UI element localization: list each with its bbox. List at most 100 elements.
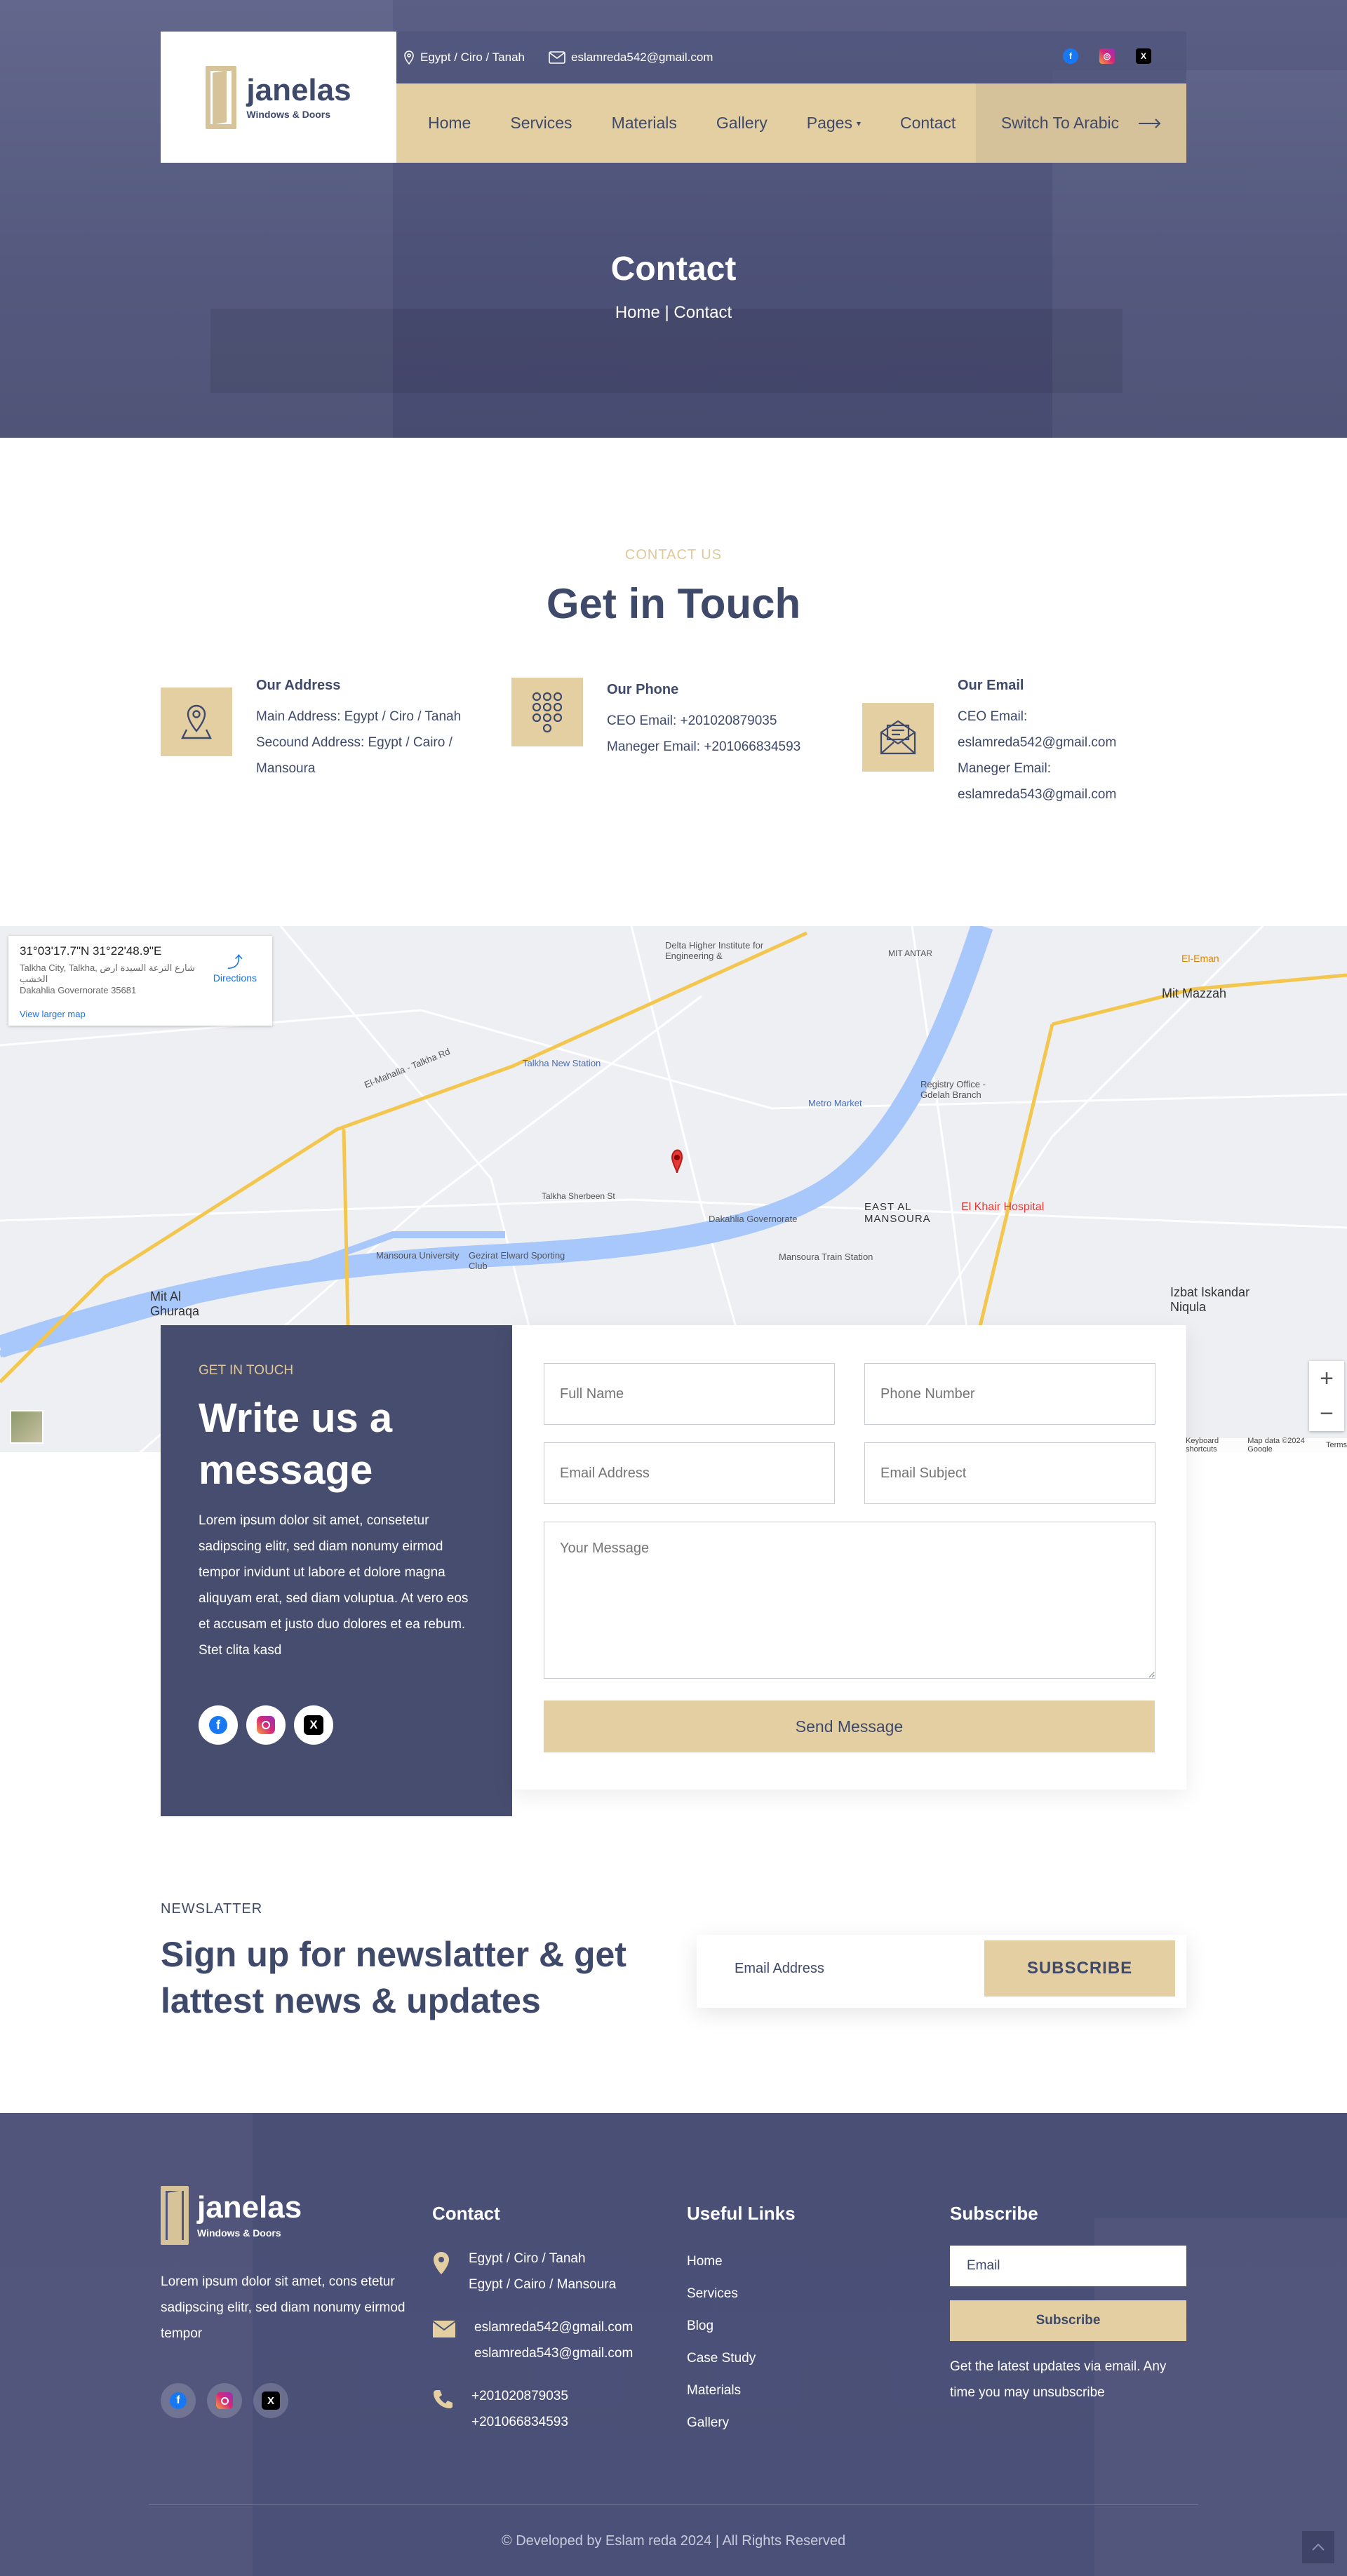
footer-phone-2[interactable]: +201066834593 [471, 2409, 568, 2435]
phone-icon-box [511, 678, 583, 746]
email-subject-input[interactable] [864, 1442, 1155, 1504]
newsletter-email-input[interactable]: Email Address [711, 1940, 970, 1997]
envelope-open-icon [880, 720, 916, 755]
directions-button[interactable]: ⤴ Directions [213, 950, 257, 984]
map-attribution: Keyboard shortcuts Map data ©2024 Google… [1186, 1437, 1347, 1452]
zoom-out-icon[interactable]: − [1320, 1400, 1334, 1428]
map-place-label: Mit Mazzah [1162, 986, 1227, 1000]
email-line-2[interactable]: eslamreda542@gmail.com [958, 730, 1116, 756]
header-address-text: Egypt / Ciro / Tanah [420, 51, 525, 64]
logo-brand: janelas [246, 72, 351, 107]
nav-services[interactable]: Services [510, 114, 572, 133]
header-email[interactable]: eslamreda542@gmail.com [549, 51, 713, 65]
location-pin-icon [434, 2252, 449, 2274]
footer-link-materials[interactable]: Materials [687, 2375, 883, 2407]
zoom-in-icon[interactable]: + [1320, 1365, 1334, 1393]
map-zoom-control: + − [1309, 1361, 1344, 1431]
address-card: Our Address Main Address: Egypt / Ciro /… [161, 678, 461, 781]
map-poi-label: El-Eman [1181, 953, 1219, 964]
phone-number-input[interactable] [864, 1363, 1155, 1425]
map-terms-link[interactable]: Terms [1326, 1441, 1347, 1449]
copyright: © Developed by Eslam reda 2024 | All Rig… [501, 2533, 846, 2549]
contact-form: Send Message [512, 1325, 1186, 1790]
footer-subscribe-button[interactable]: Subscribe [950, 2300, 1186, 2341]
header-email-text: eslamreda542@gmail.com [571, 51, 713, 64]
nav-gallery[interactable]: Gallery [716, 114, 768, 133]
nav-contact[interactable]: Contact [900, 114, 956, 133]
footer-divider [149, 2504, 1198, 2505]
footer-logo[interactable]: janelas Windows & Doors [161, 2186, 413, 2245]
address-icon-box [161, 687, 232, 756]
footer-link-gallery[interactable]: Gallery [687, 2407, 883, 2439]
scroll-to-top-button[interactable] [1302, 2531, 1334, 2563]
message-body: Lorem ipsum dolor sit amet, consetetur s… [199, 1513, 469, 1658]
map-layer-toggle[interactable] [10, 1410, 43, 1444]
phone-line-2: Maneger Email: +201066834593 [607, 739, 801, 754]
footer-link-services[interactable]: Services [687, 2278, 883, 2310]
email-icon-box [862, 703, 934, 772]
phone-heading: Our Phone [607, 682, 679, 697]
instagram-icon[interactable] [246, 1705, 286, 1745]
map-address-1: Talkha City, Talkha, شارع الترعة السيدة … [20, 962, 195, 984]
nav-home[interactable]: Home [428, 114, 471, 133]
message-socials: f X [199, 1705, 474, 1745]
nav-pages-label: Pages [806, 114, 852, 132]
map-poi-label: Talkha New Station [523, 1058, 601, 1068]
footer-link-home[interactable]: Home [687, 2246, 883, 2278]
keyboard-shortcuts-link[interactable]: Keyboard shortcuts [1186, 1437, 1247, 1452]
footer-phone-1[interactable]: +201020879035 [471, 2383, 568, 2409]
map-info-card: 31°03'17.7"N 31°22'48.9"E Talkha City, T… [8, 936, 272, 1026]
header-socials: f ◎ X [1063, 48, 1151, 64]
map-road-label: Talkha Sherbeen St [542, 1191, 615, 1201]
switch-language-button[interactable]: Switch To Arabic [976, 83, 1186, 163]
map-poi-label: Gezirat Elward Sporting Club [469, 1250, 565, 1271]
facebook-icon[interactable]: f [1063, 48, 1078, 64]
hero-banner: janelas Windows & Doors Egypt / Ciro / T… [0, 0, 1347, 438]
footer-link-case-study[interactable]: Case Study [687, 2342, 883, 2375]
phone-icon [434, 2390, 453, 2408]
instagram-icon[interactable]: ◎ [1099, 48, 1115, 64]
footer-brand: janelas [197, 2190, 302, 2225]
email-line-4[interactable]: eslamreda543@gmail.com [958, 781, 1116, 807]
nav-pages[interactable]: Pages ▾ [807, 114, 861, 133]
facebook-icon[interactable]: f [199, 1705, 238, 1745]
breadcrumb[interactable]: Home | Contact [0, 303, 1347, 323]
facebook-icon[interactable]: f [161, 2383, 196, 2418]
info-bar: Egypt / Ciro / Tanah eslamreda542@gmail.… [396, 32, 1186, 83]
nav-materials[interactable]: Materials [612, 114, 677, 133]
footer-contact: Contact Egypt / Ciro / Tanah Egypt / Cair… [432, 2203, 657, 2452]
footer-about-text: Lorem ipsum dolor sit amet, cons etetur … [161, 2274, 406, 2341]
phone-line-1: CEO Email: +201020879035 [607, 713, 777, 728]
send-message-button[interactable]: Send Message [544, 1700, 1155, 1752]
message-textarea[interactable] [544, 1522, 1155, 1679]
footer-email-input[interactable]: Email [950, 2246, 1186, 2286]
phone-card: Our Phone CEO Email: +201020879035 Maneg… [511, 678, 800, 760]
footer-link-blog[interactable]: Blog [687, 2310, 883, 2342]
address-line-1: Main Address: Egypt / Ciro / Tanah [256, 709, 462, 724]
subscribe-button[interactable]: SUBSCRIBE [984, 1940, 1175, 1997]
address-line-3: Mansoura [256, 761, 316, 776]
footer-address-1: Egypt / Ciro / Tanah [469, 2251, 586, 2266]
newsletter-form: Email Address SUBSCRIBE [697, 1935, 1186, 2008]
logo-icon [206, 65, 237, 129]
map-poi-label: Delta Higher Institute for Engineering & [665, 940, 764, 961]
page-title: Contact [610, 250, 737, 288]
map-address-2: Dakahlia Governorate 35681 [20, 985, 137, 995]
footer-tagline: Windows & Doors [197, 2227, 281, 2239]
footer-email-2[interactable]: eslamreda543@gmail.com [474, 2340, 633, 2366]
caret-down-icon: ▾ [856, 118, 861, 128]
logo[interactable]: janelas Windows & Doors [161, 32, 396, 163]
email-address-input[interactable] [544, 1442, 835, 1504]
instagram-icon[interactable] [207, 2383, 242, 2418]
address-line-2: Secound Address: Egypt / Cairo / [256, 735, 453, 750]
footer: janelas Windows & Doors Lorem ipsum dolo… [0, 2113, 1347, 2576]
directions-icon: ⤴ [227, 953, 243, 971]
full-name-input[interactable] [544, 1363, 835, 1425]
x-twitter-icon[interactable]: X [1136, 48, 1151, 64]
footer-email-1[interactable]: eslamreda542@gmail.com [474, 2314, 633, 2340]
map-poi-label: Mansoura University [376, 1250, 460, 1261]
message-panel: GET IN TOUCH Write us a message Lorem ip… [161, 1325, 512, 1816]
x-twitter-icon[interactable]: X [294, 1705, 333, 1745]
view-larger-map-link[interactable]: View larger map [20, 1009, 261, 1019]
x-twitter-icon[interactable]: X [253, 2383, 288, 2418]
